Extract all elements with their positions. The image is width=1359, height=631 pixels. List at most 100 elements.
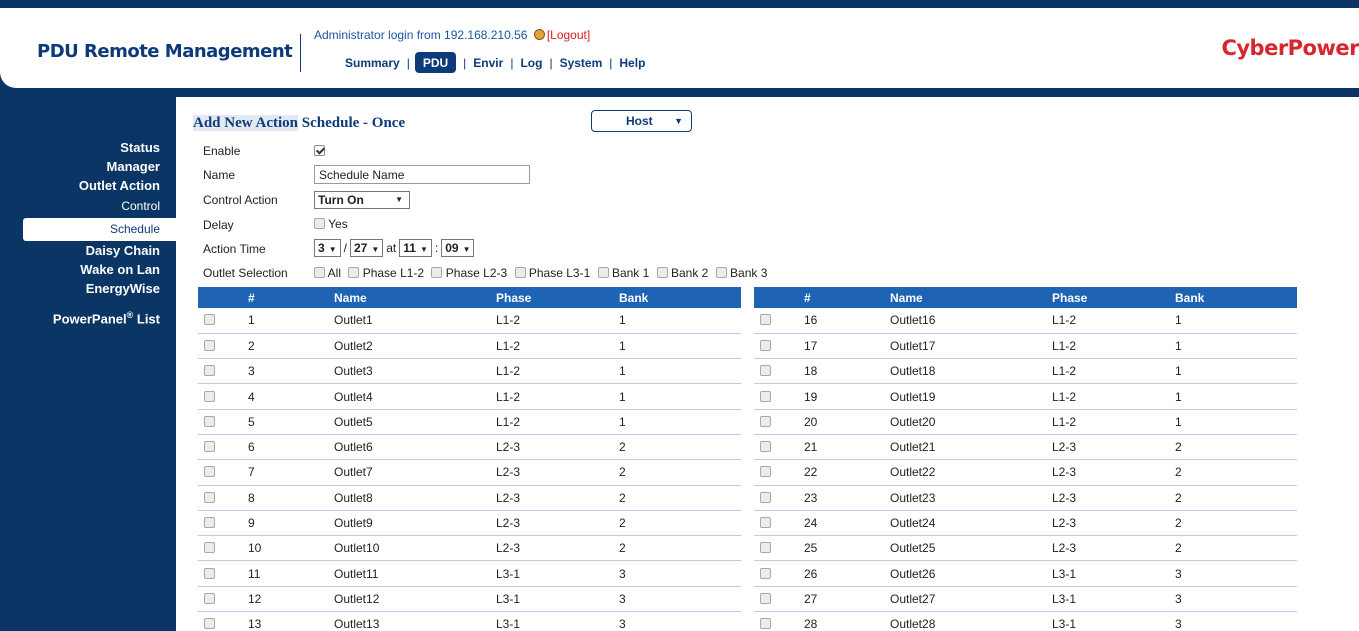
sidebar-item-status[interactable]: Status — [0, 138, 176, 157]
outlet-checkbox[interactable] — [204, 339, 215, 351]
sidebar-item-control[interactable]: Control — [0, 195, 176, 218]
table-row[interactable]: 4 Outlet4 L1-2 1 — [198, 383, 741, 410]
month-select[interactable]: 3 ▼ — [314, 239, 341, 257]
row-select-cell — [754, 383, 804, 410]
table-row[interactable]: 10 Outlet10 L2-3 2 — [198, 535, 741, 562]
table-row[interactable]: 1 Outlet1 L1-2 1 — [198, 308, 741, 334]
table-row[interactable]: 3 Outlet3 L1-2 1 — [198, 358, 741, 385]
delay-checkbox[interactable] — [314, 218, 325, 229]
table-row[interactable]: 28 Outlet28 L3-1 3 — [754, 611, 1297, 631]
outlet-checkbox[interactable] — [760, 314, 771, 326]
table-row[interactable]: 5 Outlet5 L1-2 1 — [198, 409, 741, 435]
nav-envir[interactable]: Envir — [473, 56, 503, 70]
header-select — [198, 287, 248, 308]
table-row[interactable]: 13 Outlet13 L3-1 3 — [198, 611, 741, 631]
action-time-field: 3 ▼/27 ▼ at 11 ▼:09 ▼ — [314, 239, 475, 257]
outlet-checkbox[interactable] — [760, 365, 771, 377]
table-row[interactable]: 11 Outlet11 L3-1 3 — [198, 560, 741, 587]
outlet-checkbox[interactable] — [204, 592, 215, 604]
outlet-checkbox[interactable] — [760, 441, 771, 453]
outlet-name: Outlet4 — [334, 383, 496, 410]
table-row[interactable]: 17 Outlet17 L1-2 1 — [754, 333, 1297, 360]
nav-system[interactable]: System — [560, 56, 603, 70]
control-action-select[interactable]: Turn On ▼ — [314, 191, 410, 209]
outlet-checkbox[interactable] — [760, 567, 771, 579]
name-label: Name — [203, 168, 236, 182]
outlet-bank: 2 — [1175, 459, 1297, 486]
nav-summary[interactable]: Summary — [345, 56, 400, 70]
table-row[interactable]: 26 Outlet26 L3-1 3 — [754, 560, 1297, 587]
outlet-number: 4 — [248, 383, 334, 410]
phase-l2-3-checkbox[interactable] — [431, 267, 443, 278]
outlet-checkbox[interactable] — [204, 314, 215, 326]
select-all-checkbox[interactable] — [314, 267, 325, 278]
phase-l3-1-checkbox[interactable] — [514, 267, 526, 278]
outlet-checkbox[interactable] — [204, 517, 215, 529]
outlet-checkbox[interactable] — [760, 517, 771, 529]
table-row[interactable]: 20 Outlet20 L1-2 1 — [754, 409, 1297, 435]
outlet-name: Outlet12 — [334, 586, 496, 613]
table-row[interactable]: 16 Outlet16 L1-2 1 — [754, 308, 1297, 334]
outlet-phase: L1-2 — [1052, 308, 1175, 334]
sidebar-item-manager[interactable]: Manager — [0, 157, 176, 176]
outlet-checkbox[interactable] — [204, 567, 215, 579]
day-select[interactable]: 27 ▼ — [349, 239, 384, 257]
outlet-checkbox[interactable] — [204, 542, 215, 554]
main-content: Add New Action Schedule - Once Host ▼ Ena… — [176, 97, 1359, 631]
table-row[interactable]: 8 Outlet8 L2-3 2 — [198, 485, 741, 511]
sidebar-item-daisy-chain[interactable]: Daisy Chain — [0, 241, 176, 260]
outlet-checkbox[interactable] — [204, 415, 215, 427]
sidebar-item-energywise[interactable]: EnergyWise — [0, 279, 176, 298]
schedule-name-input[interactable] — [314, 165, 530, 184]
outlet-checkbox[interactable] — [204, 441, 215, 453]
outlet-checkbox[interactable] — [204, 618, 215, 630]
bank-2-checkbox[interactable] — [656, 267, 668, 278]
table-row[interactable]: 23 Outlet23 L2-3 2 — [754, 485, 1297, 511]
outlet-checkbox[interactable] — [760, 339, 771, 351]
table-row[interactable]: 22 Outlet22 L2-3 2 — [754, 459, 1297, 486]
sidebar-item-wake-on-lan[interactable]: Wake on Lan — [0, 260, 176, 279]
outlet-checkbox[interactable] — [760, 618, 771, 630]
outlet-bank: 1 — [1175, 308, 1297, 334]
outlet-checkbox[interactable] — [760, 466, 771, 478]
outlet-checkbox[interactable] — [204, 491, 215, 503]
table-row[interactable]: 6 Outlet6 L2-3 2 — [198, 434, 741, 461]
logout-link[interactable]: [Logout] — [547, 28, 590, 42]
sidebar-item-schedule[interactable]: Schedule — [23, 218, 176, 241]
outlet-checkbox[interactable] — [760, 390, 771, 402]
time-separator: : — [434, 241, 439, 255]
table-row[interactable]: 19 Outlet19 L1-2 1 — [754, 383, 1297, 410]
table-row[interactable]: 18 Outlet18 L1-2 1 — [754, 358, 1297, 385]
table-row[interactable]: 21 Outlet21 L2-3 2 — [754, 434, 1297, 461]
bank-1-checkbox[interactable] — [597, 267, 609, 278]
nav-pdu[interactable]: PDU — [414, 52, 457, 73]
minute-select[interactable]: 09 ▼ — [441, 239, 475, 257]
outlet-checkbox[interactable] — [760, 415, 771, 427]
outlet-name: Outlet22 — [890, 459, 1052, 486]
enable-checkbox[interactable] — [314, 145, 325, 156]
table-row[interactable]: 12 Outlet12 L3-1 3 — [198, 586, 741, 613]
hour-select[interactable]: 11 ▼ — [399, 239, 432, 257]
outlet-checkbox[interactable] — [204, 466, 215, 478]
host-select[interactable]: Host ▼ — [591, 110, 692, 132]
sidebar-item-powerpanel-list[interactable]: PowerPanel® List — [0, 306, 176, 326]
header-divider — [300, 34, 301, 72]
nav-help[interactable]: Help — [619, 56, 645, 70]
outlet-phase: L1-2 — [496, 383, 619, 410]
bank-3-checkbox[interactable] — [715, 267, 727, 278]
table-row[interactable]: 9 Outlet9 L2-3 2 — [198, 510, 741, 537]
outlet-checkbox[interactable] — [760, 491, 771, 503]
table-row[interactable]: 2 Outlet2 L1-2 1 — [198, 333, 741, 360]
outlet-checkbox[interactable] — [204, 365, 215, 377]
enable-label: Enable — [203, 144, 241, 158]
table-row[interactable]: 27 Outlet27 L3-1 3 — [754, 586, 1297, 613]
sidebar-item-outlet-action[interactable]: Outlet Action — [0, 176, 176, 195]
outlet-checkbox[interactable] — [760, 542, 771, 554]
phase-l1-2-checkbox[interactable] — [348, 267, 360, 278]
table-row[interactable]: 25 Outlet25 L2-3 2 — [754, 535, 1297, 562]
table-row[interactable]: 24 Outlet24 L2-3 2 — [754, 510, 1297, 537]
outlet-checkbox[interactable] — [760, 592, 771, 604]
table-row[interactable]: 7 Outlet7 L2-3 2 — [198, 459, 741, 486]
outlet-checkbox[interactable] — [204, 390, 215, 402]
nav-log[interactable]: Log — [520, 56, 542, 70]
